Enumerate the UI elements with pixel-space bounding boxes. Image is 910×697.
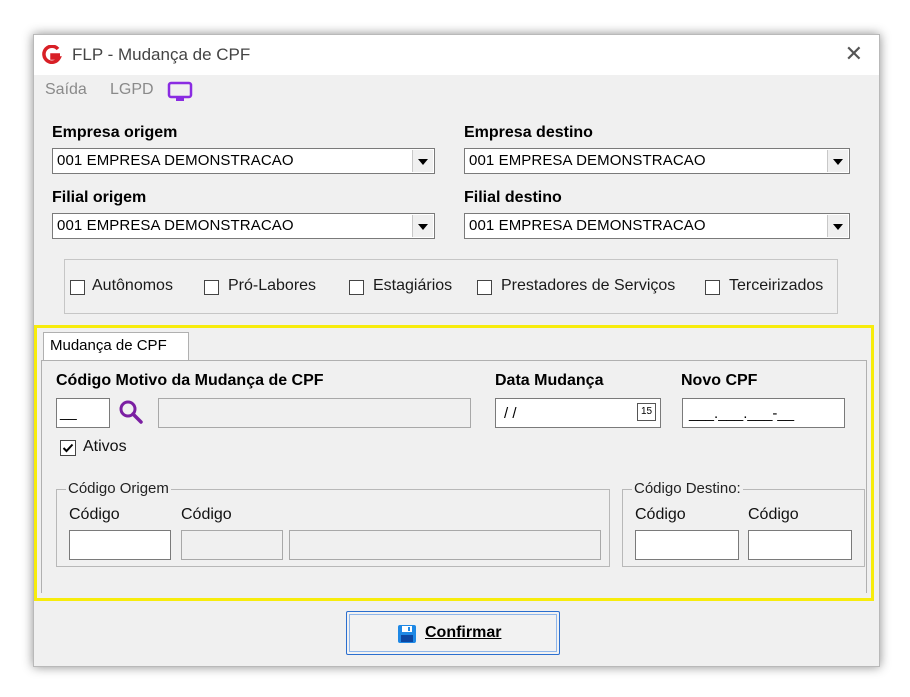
filial-destino-select[interactable]: 001 EMPRESA DEMONSTRACAO [464,213,850,239]
filial-origem-label: Filial origem [52,189,147,206]
title-bar: FLP - Mudança de CPF ✕ [34,35,879,75]
checkbox-pro-labores-label[interactable]: Pró-Labores [228,277,316,295]
checkbox-prestadores[interactable] [477,280,492,295]
filial-origem-value: 001 EMPRESA DEMONSTRACAO [57,217,294,234]
menu-item-lgpd[interactable]: LGPD [110,81,154,99]
motivo-description-field [158,398,471,428]
checkbox-autonomos-label[interactable]: Autônomos [92,277,173,295]
codigo-origem-input[interactable] [69,530,171,560]
checkbox-pro-labores[interactable] [204,280,219,295]
data-mudanca-label: Data Mudança [495,372,604,389]
tab-mudanca-cpf[interactable]: Mudança de CPF [43,332,189,360]
close-icon[interactable]: ✕ [845,43,863,65]
chevron-down-icon[interactable] [827,150,848,172]
empresa-destino-select[interactable]: 001 EMPRESA DEMONSTRACAO [464,148,850,174]
filial-destino-value: 001 EMPRESA DEMONSTRACAO [469,217,706,234]
codigo-destino-input-2[interactable] [748,530,852,560]
checkbox-prestadores-label[interactable]: Prestadores de Serviços [501,277,675,295]
checkbox-estagiarios-label[interactable]: Estagiários [373,277,452,295]
checkbox-ativos[interactable] [60,440,76,456]
data-mudanca-input[interactable]: / / 15 [495,398,661,428]
novo-cpf-input[interactable]: ___.___.___-__ [682,398,845,428]
checkbox-terceirizados-label[interactable]: Terceirizados [729,277,823,295]
checkbox-terceirizados[interactable] [705,280,720,295]
tab-body: Código Motivo da Mudança de CPF __ Data … [41,360,867,593]
codigo-origem-group: Código Origem Código Código [56,480,610,567]
mudanca-cpf-window: FLP - Mudança de CPF ✕ Saída LGPD Empres… [33,34,880,667]
novo-cpf-value: ___.___.___-__ [689,405,795,422]
calendar-icon[interactable]: 15 [637,403,656,421]
codigo-origem-description [289,530,601,560]
codigo-destino-group: Código Destino: Código Código [622,480,865,567]
motivo-code-input[interactable]: __ [56,398,110,428]
motivo-label: Código Motivo da Mudança de CPF [56,372,324,389]
codigo-destino-col2-label: Código [748,506,799,523]
codigo-origem-title: Código Origem [66,480,171,497]
filial-origem-select[interactable]: 001 EMPRESA DEMONSTRACAO [52,213,435,239]
monitor-icon[interactable] [167,81,193,103]
chevron-down-icon[interactable] [412,215,433,237]
codigo-origem-col2-label: Código [181,506,232,523]
chevron-down-icon[interactable] [412,150,433,172]
search-icon[interactable] [118,399,144,425]
filial-destino-label: Filial destino [464,189,562,206]
empresa-destino-value: 001 EMPRESA DEMONSTRACAO [469,152,706,169]
tab-mudanca-cpf-label: Mudança de CPF [50,337,167,354]
window-title: FLP - Mudança de CPF [72,45,251,64]
data-mudanca-value: / / [504,405,517,422]
empresa-destino-label: Empresa destino [464,124,593,141]
codigo-destino-col1-label: Código [635,506,686,523]
empresa-origem-select[interactable]: 001 EMPRESA DEMONSTRACAO [52,148,435,174]
motivo-code-value: __ [60,404,77,421]
checkbox-estagiarios[interactable] [349,280,364,295]
codigo-destino-title: Código Destino: [632,480,743,497]
empresa-origem-label: Empresa origem [52,124,178,141]
novo-cpf-label: Novo CPF [681,372,758,389]
confirmar-label: Confirmar [425,624,502,641]
tab-panel-highlight: Mudança de CPF Código Motivo da Mudança … [34,325,874,601]
chevron-down-icon[interactable] [827,215,848,237]
menu-bar: Saída LGPD [34,75,879,105]
checkmark-icon [62,443,74,453]
codigo-origem-field-2 [181,530,283,560]
confirmar-button[interactable]: Confirmar [346,611,560,655]
codigo-origem-col1-label: Código [69,506,120,523]
codigo-destino-input-1[interactable] [635,530,739,560]
app-logo-icon [42,45,62,64]
menu-item-saida[interactable]: Saída [45,81,87,99]
save-icon [398,625,416,643]
categorias-group: Autônomos Pró-Labores Estagiários Presta… [64,259,838,314]
empresa-origem-value: 001 EMPRESA DEMONSTRACAO [57,152,294,169]
checkbox-autonomos[interactable] [70,280,85,295]
ativos-label[interactable]: Ativos [83,438,127,456]
